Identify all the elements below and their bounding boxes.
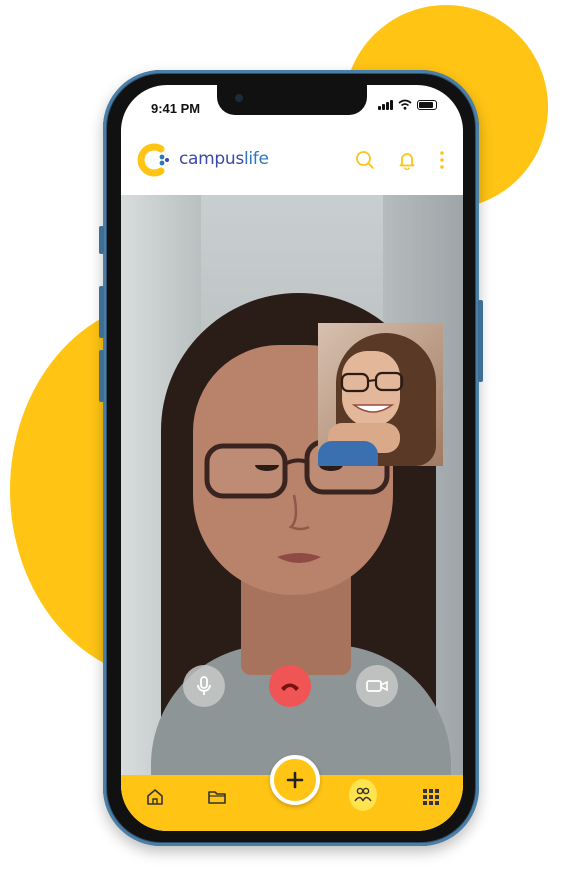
- brand-name-part1: campus: [179, 149, 244, 169]
- folder-icon[interactable]: [203, 783, 231, 811]
- home-icon[interactable]: [141, 783, 169, 811]
- phone-volume-down: [99, 350, 104, 402]
- self-video-preview[interactable]: [318, 323, 443, 466]
- campuslife-logo-icon: [137, 143, 169, 177]
- caller-features: [255, 465, 343, 563]
- notch: [217, 85, 367, 115]
- phone-screen: 9:41 PM campuslife: [121, 85, 463, 831]
- brand-name: campuslife: [179, 149, 269, 169]
- header-actions: [353, 148, 447, 172]
- people-nav-item[interactable]: [349, 779, 377, 811]
- battery-icon: [417, 99, 437, 110]
- call-controls: [121, 665, 463, 711]
- add-icon[interactable]: [270, 755, 320, 805]
- self-smile: [351, 404, 395, 413]
- wifi-icon: [398, 99, 412, 110]
- microphone-icon[interactable]: [183, 665, 225, 707]
- end-call-icon[interactable]: [269, 665, 311, 707]
- more-vertical-icon[interactable]: [437, 148, 447, 172]
- phone-power-button: [478, 300, 483, 382]
- phone-side-button: [99, 226, 104, 254]
- self-glasses: [340, 371, 404, 393]
- grid-icon[interactable]: [417, 783, 445, 811]
- status-time: 9:41 PM: [151, 101, 201, 116]
- phone-volume-up: [99, 286, 104, 338]
- status-icons: [378, 99, 437, 110]
- bell-icon[interactable]: [395, 148, 419, 172]
- brand-name-part2: life: [243, 149, 269, 169]
- people-icon: [349, 779, 377, 811]
- remote-video-feed: [121, 195, 463, 775]
- signal-icon: [378, 99, 393, 110]
- app-header: campuslife: [121, 135, 463, 185]
- video-camera-icon[interactable]: [356, 665, 398, 707]
- front-camera: [235, 94, 243, 102]
- self-shirt: [318, 441, 378, 466]
- search-icon[interactable]: [353, 148, 377, 172]
